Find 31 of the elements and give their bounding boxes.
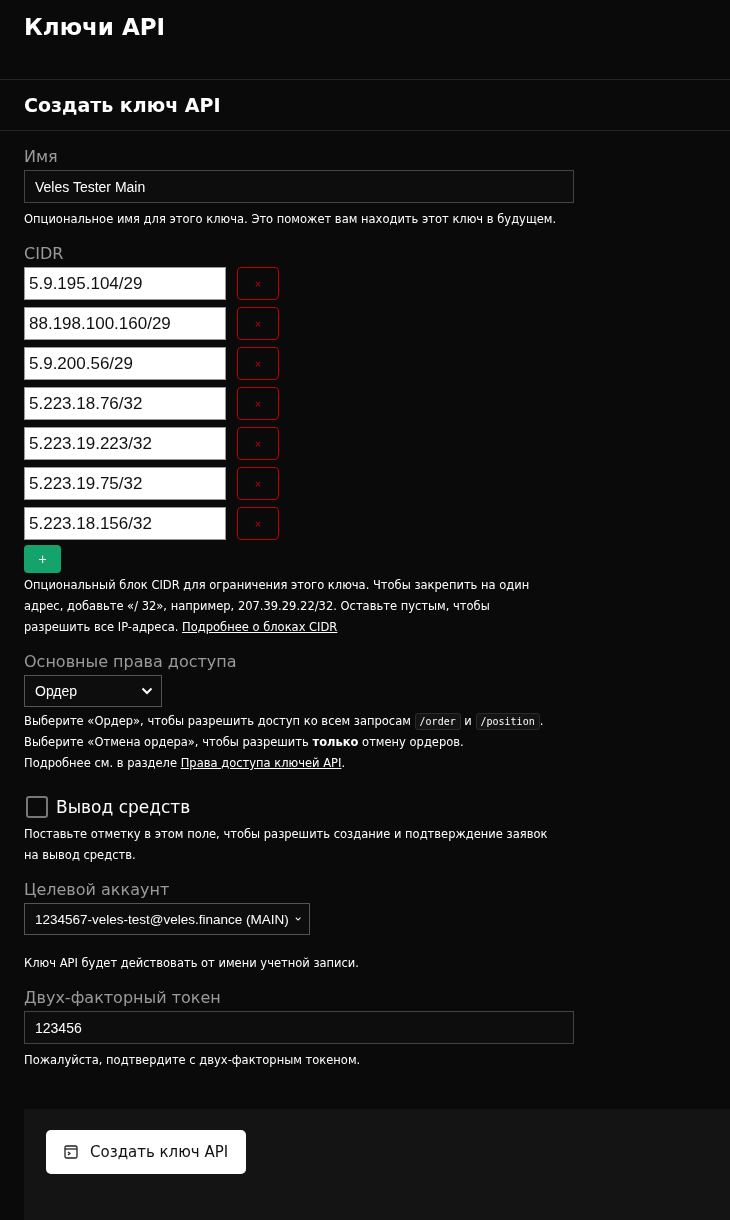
cidr-field[interactable]: 5.223.18.76/32: [24, 387, 226, 420]
section-title: Создать ключ API: [0, 80, 730, 131]
cidr-field[interactable]: 5.223.19.223/32: [24, 427, 226, 460]
cidr-field[interactable]: 5.9.200.56/29: [24, 347, 226, 380]
cidr-field[interactable]: 88.198.100.160/29: [24, 307, 226, 340]
permission-select[interactable]: Ордер: [24, 675, 162, 707]
help-text: Выберите «Отмена ордера», чтобы разрешить только отмену ордеров.: [24, 734, 465, 751]
token-field[interactable]: 123456: [24, 1011, 574, 1044]
cidr-field[interactable]: 5.9.195.104/29: [24, 267, 226, 300]
name-field[interactable]: Veles Tester Main: [24, 170, 574, 203]
help-link[interactable]: Подробнее о блоках CIDR: [182, 620, 338, 634]
help-text: Поставьте отметку в этом поле, чтобы разрешить создание и подтверждение заявок на вывод средств.: [24, 826, 549, 864]
cidr-field[interactable]: 5.223.19.75/32: [24, 467, 226, 500]
create-key-button[interactable]: Создать ключ API: [46, 1130, 247, 1174]
help-text: Опциональный блок CIDR для ограничения этого ключа. Чтобы закрепить на один адрес, добавьте «/ 32», например, 207.39.29.22/32. Оставьте пустым, чтобы разрешить все IP-адреса. Подробнее о блоках CIDR: [24, 577, 531, 636]
inline-code: /position: [475, 713, 540, 730]
field-label: CIDR: [24, 244, 65, 263]
field-label: Целевой аккаунт: [24, 880, 171, 899]
checkbox-label: Вывод средств: [56, 797, 191, 817]
field-label: Имя: [24, 147, 59, 166]
page-title: Ключи API: [0, 0, 730, 80]
cidr-field[interactable]: 5.223.18.156/32: [24, 507, 226, 540]
field-label: Основные права доступа: [24, 652, 238, 671]
account-select[interactable]: 1234567-veles-test@veles.finance (MAIN): [24, 903, 310, 935]
help-text: Пожалуйста, подтвердите с двух-факторным токеном.: [24, 1052, 362, 1069]
help-text: Ключ API будет действовать от имени учетной записи.: [24, 955, 360, 972]
field-label: Двух-факторный токен: [24, 988, 222, 1007]
inline-code: /order: [414, 713, 461, 730]
help-text: Выберите «Ордер», чтобы разрешить доступ ко всем запросам /order и /position .: [24, 712, 545, 732]
help-text: Подробнее см. в разделе Права доступа ключей API.: [24, 755, 347, 772]
help-text: Опциональное имя для этого ключа. Это поможет вам находить этот ключ в будущем.: [24, 211, 558, 228]
